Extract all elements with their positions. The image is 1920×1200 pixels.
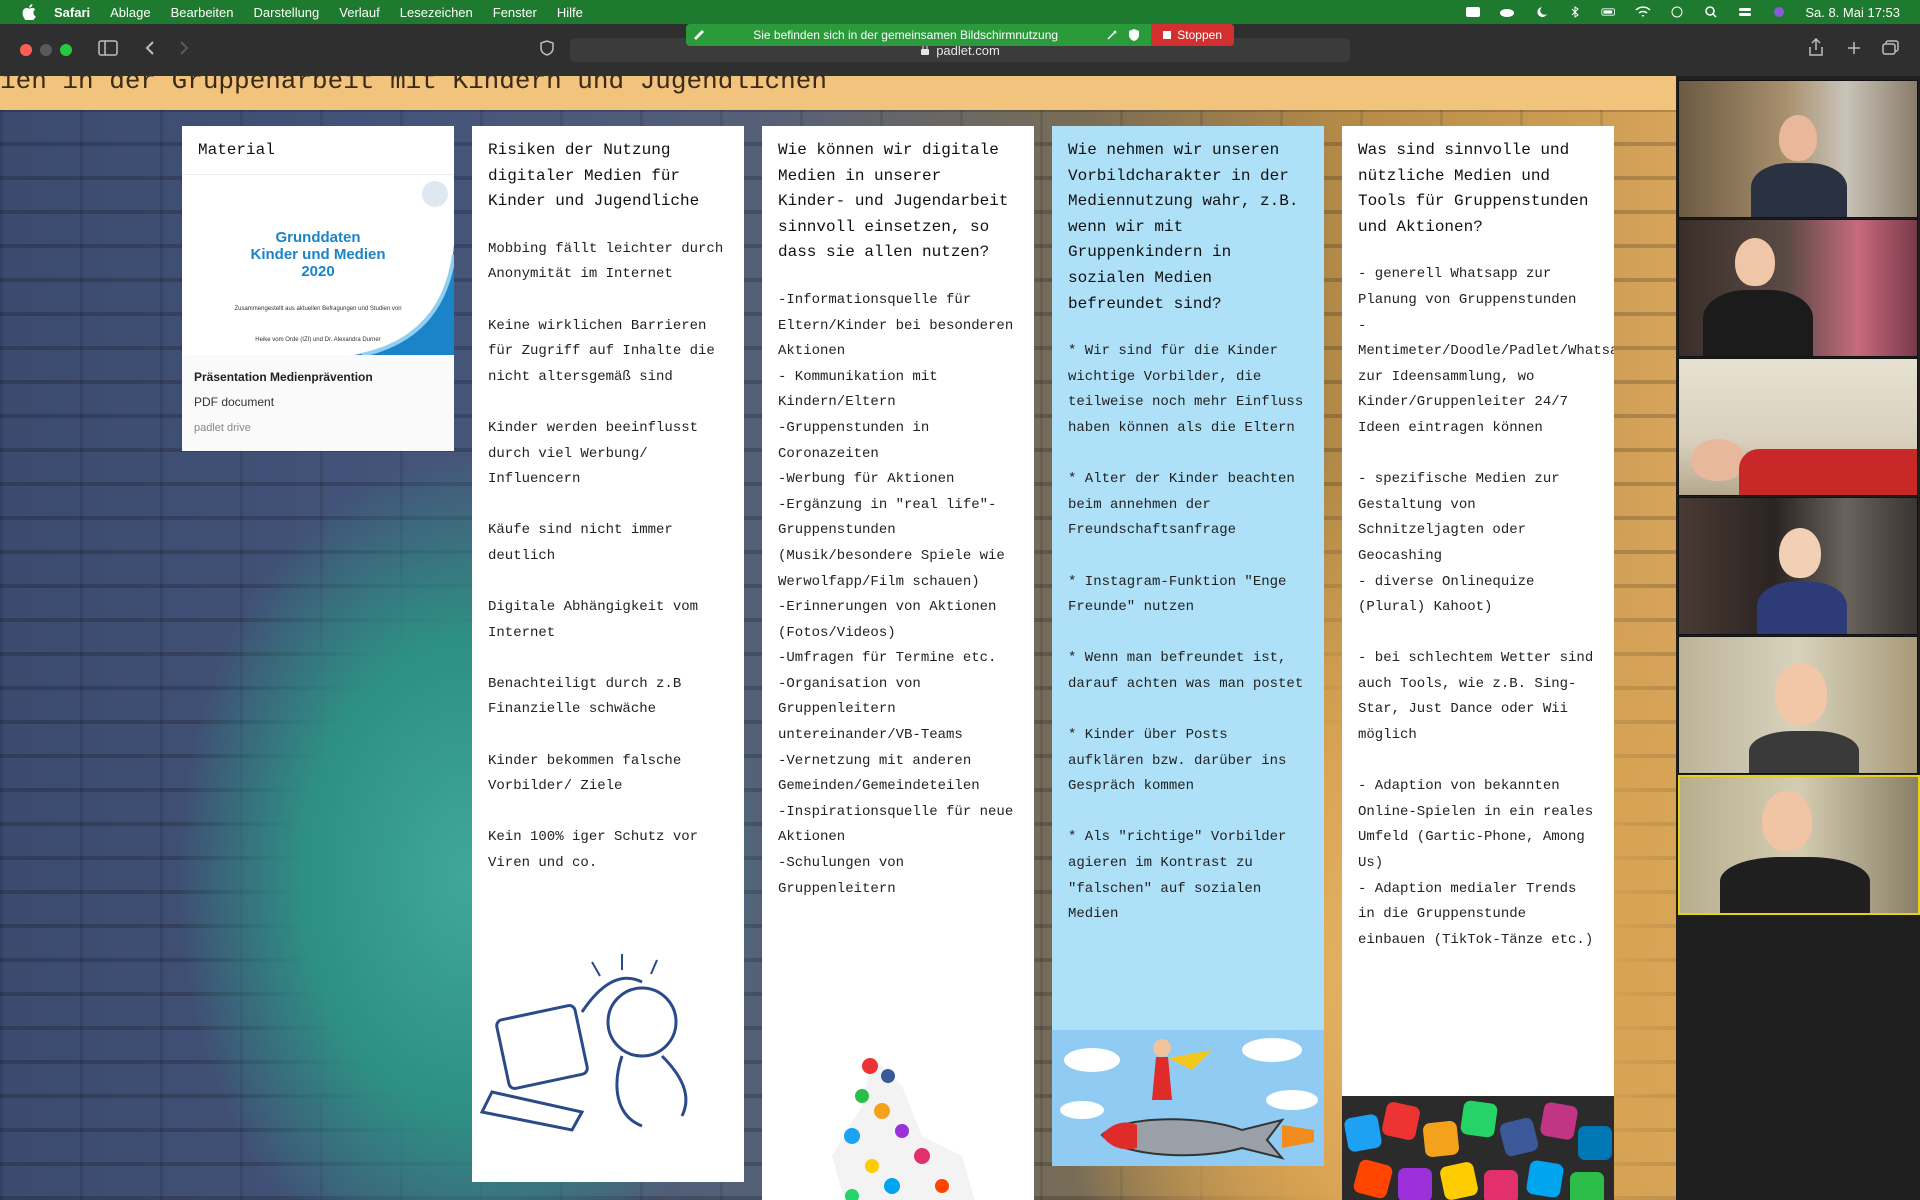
post-body: Mobbing fällt leichter durch Anonymität … — [488, 240, 724, 872]
attachment-type: PDF document — [194, 395, 275, 410]
padlet-title: ien in der Gruppenarbeit mit Kindern und… — [0, 76, 827, 96]
battery-icon[interactable] — [1601, 6, 1617, 18]
post-body: * Wir sind für die Kinder wichtige Vorbi… — [1068, 343, 1304, 923]
pdf-cover-wave-graphic — [354, 244, 454, 355]
privacy-shield-icon[interactable] — [540, 40, 554, 56]
column-material: Material Grunddaten Kinder und Medien 20… — [182, 126, 454, 452]
participant-video-tile[interactable] — [1678, 497, 1918, 635]
material-title: Material — [198, 141, 275, 159]
social-media-icons-collage — [832, 1056, 975, 1200]
post-title: Was sind sinnvolle und nützliche Medien … — [1358, 141, 1589, 236]
participant-video-tile[interactable] — [1678, 636, 1918, 774]
sharing-message: Sie befinden sich in der gemeinsamen Bil… — [753, 28, 1059, 42]
attachment-meta[interactable]: Präsentation Medienprävention PDF docume… — [182, 354, 454, 452]
participant-video-tile[interactable] — [1678, 80, 1918, 218]
zoom-window-button[interactable] — [60, 44, 72, 56]
column-vorbildcharakter: Wie nehmen wir unseren Vorbildcharakter … — [1052, 126, 1324, 1166]
post-title: Risiken der Nutzung digitaler Medien für… — [488, 141, 700, 211]
sidebar-icon[interactable] — [98, 40, 118, 56]
post-body: -Informationsquelle für Eltern/Kinder be… — [778, 291, 1014, 897]
menu-bearbeiten[interactable]: Bearbeiten — [171, 5, 234, 20]
menu-hilfe[interactable]: Hilfe — [557, 5, 583, 20]
post-body: - generell Whatsapp zur Planung von Grup… — [1358, 266, 1614, 948]
stop-sharing-button[interactable]: Stoppen — [1151, 24, 1234, 46]
column-sinnvoll-einsetzen: Wie können wir digitale Medien in unsere… — [762, 126, 1034, 1200]
share-icon[interactable] — [1808, 38, 1824, 56]
post-card-risiken[interactable]: Risiken der Nutzung digitaler Medien für… — [472, 126, 744, 1182]
screen-share-icon[interactable] — [1465, 6, 1481, 18]
menu-lesezeichen[interactable]: Lesezeichen — [400, 5, 473, 20]
post-card-tools[interactable]: Was sind sinnvolle und nützliche Medien … — [1342, 126, 1614, 1200]
stop-icon — [1163, 31, 1172, 39]
padlet-title-strip: ien in der Gruppenarbeit mit Kindern und… — [0, 76, 1676, 110]
participant-video-tile[interactable] — [1678, 358, 1918, 496]
tab-overview-icon[interactable] — [1882, 40, 1900, 56]
new-tab-icon[interactable] — [1846, 40, 1862, 56]
user-icon[interactable] — [1669, 6, 1685, 18]
cloud-icon[interactable] — [1499, 6, 1515, 18]
forward-icon[interactable] — [178, 40, 190, 56]
wifi-icon[interactable] — [1635, 6, 1651, 18]
video-participants-panel — [1676, 76, 1920, 1200]
publisher-logo-icon — [422, 180, 448, 207]
control-center-icon[interactable] — [1737, 6, 1753, 18]
column-tools: Was sind sinnvolle und nützliche Medien … — [1342, 126, 1614, 1200]
menu-fenster[interactable]: Fenster — [493, 5, 537, 20]
padlet-board[interactable]: ien in der Gruppenarbeit mit Kindern und… — [0, 76, 1676, 1200]
annotate-icon[interactable] — [1105, 28, 1119, 42]
post-card-sinnvoll-einsetzen[interactable]: Wie können wir digitale Medien in unsere… — [762, 126, 1034, 1200]
material-card[interactable]: Material Grunddaten Kinder und Medien 20… — [182, 126, 454, 452]
menu-darstellung[interactable]: Darstellung — [254, 5, 320, 20]
superhero-rocket-illustration — [1052, 1030, 1324, 1166]
share-status-icon — [694, 30, 704, 40]
attachment-name[interactable]: Präsentation Medienprävention — [194, 365, 442, 391]
moon-icon[interactable] — [1533, 6, 1549, 18]
participant-video-tile[interactable] — [1678, 219, 1918, 357]
post-card-vorbildcharakter[interactable]: Wie nehmen wir unseren Vorbildcharakter … — [1052, 126, 1324, 1166]
menubar-clock[interactable]: Sa. 8. Mai 17:53 — [1805, 5, 1900, 20]
pdf-preview[interactable]: Grunddaten Kinder und Medien 2020 Zusamm… — [182, 173, 454, 355]
siri-icon[interactable] — [1771, 6, 1787, 18]
menu-ablage[interactable]: Ablage — [110, 5, 150, 20]
attachment-source: padlet drive — [194, 421, 251, 434]
search-icon[interactable] — [1703, 6, 1719, 18]
apple-icon[interactable] — [20, 4, 38, 20]
post-title: Wie nehmen wir unseren Vorbildcharakter … — [1068, 141, 1299, 313]
screen-sharing-banner: Sie befinden sich in der gemeinsamen Bil… — [686, 24, 1234, 46]
close-window-button[interactable] — [20, 44, 32, 56]
menu-verlauf[interactable]: Verlauf — [339, 5, 379, 20]
menu-bar: Safari Ablage Bearbeiten Darstellung Ver… — [0, 0, 1920, 24]
cartoon-computer-illustration — [479, 954, 688, 1132]
security-shield-icon[interactable] — [1127, 28, 1141, 42]
bluetooth-icon[interactable] — [1567, 6, 1583, 18]
app-icons-pile-illustration — [1342, 1096, 1614, 1200]
post-title: Wie können wir digitale Medien in unsere… — [778, 141, 1009, 262]
participant-video-tile-active-speaker[interactable] — [1678, 775, 1920, 915]
back-icon[interactable] — [144, 40, 156, 56]
stop-sharing-label: Stoppen — [1177, 28, 1222, 42]
minimize-window-button[interactable] — [40, 44, 52, 56]
menu-app-safari[interactable]: Safari — [54, 5, 90, 20]
column-risiken: Risiken der Nutzung digitaler Medien für… — [472, 126, 744, 1182]
